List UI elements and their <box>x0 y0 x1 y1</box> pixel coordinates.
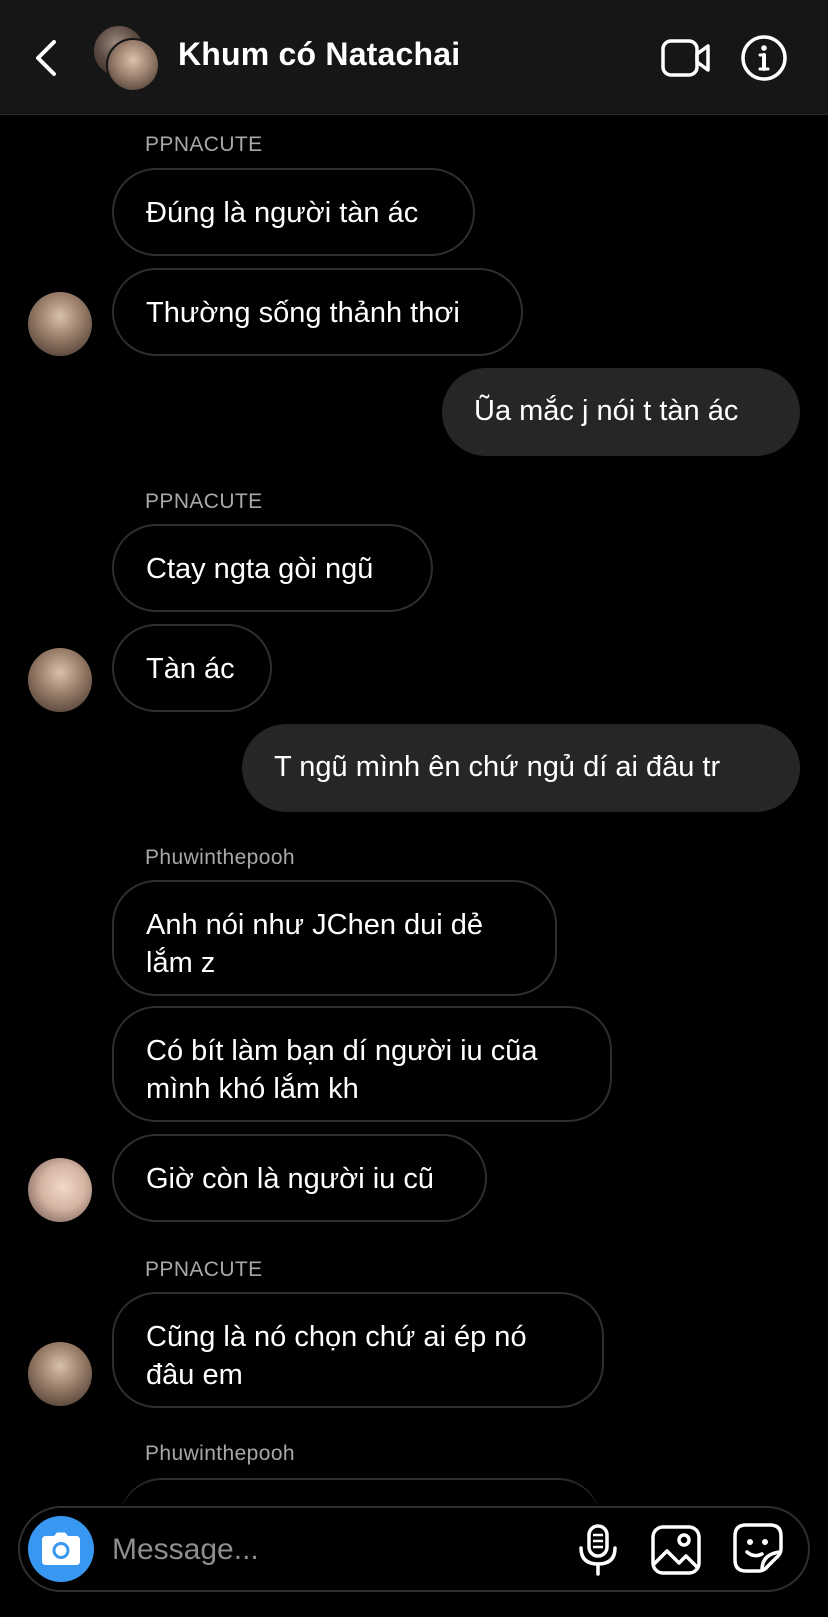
sticker-icon <box>733 1523 783 1573</box>
sender-name: PPNACUTE <box>145 133 263 156</box>
video-call-button[interactable] <box>660 34 712 82</box>
chat-title[interactable]: Khum có Natachai <box>178 36 460 73</box>
gallery-button[interactable] <box>650 1524 702 1576</box>
outgoing-message[interactable]: Ũa mắc j nói t tàn ác <box>442 368 800 456</box>
incoming-message[interactable]: Ctay ngta gòi ngũ <box>112 524 433 612</box>
sender-avatar[interactable] <box>28 1158 92 1222</box>
video-camera-icon <box>661 39 710 77</box>
sender-avatar[interactable] <box>28 648 92 712</box>
sender-avatar[interactable] <box>28 292 92 356</box>
incoming-message[interactable]: Đúng là người tàn ác <box>112 168 475 256</box>
sender-avatar[interactable] <box>28 1342 92 1406</box>
camera-icon <box>42 1532 80 1565</box>
incoming-message[interactable]: Thường sống thảnh thơi <box>112 268 523 356</box>
info-button[interactable] <box>740 34 788 82</box>
sender-name: Phuwinthepooh <box>145 846 295 869</box>
group-avatar-front <box>106 38 160 92</box>
sticker-button[interactable] <box>732 1522 784 1574</box>
chevron-left-icon <box>36 40 56 76</box>
info-icon <box>741 35 787 81</box>
incoming-message[interactable]: Có bít làm bạn dí người iu cũa mình khó … <box>112 1006 612 1122</box>
incoming-message[interactable]: Tàn ác <box>112 624 272 712</box>
camera-button[interactable] <box>28 1516 94 1582</box>
incoming-message[interactable]: Anh nói như JChen dui dẻ lắm z <box>112 880 557 996</box>
sender-name: PPNACUTE <box>145 490 263 513</box>
group-avatar[interactable] <box>92 24 160 92</box>
back-button[interactable] <box>28 34 64 82</box>
incoming-message[interactable]: Giờ còn là người iu cũ <box>112 1134 487 1222</box>
microphone-button[interactable] <box>576 1524 620 1576</box>
outgoing-message[interactable]: T ngũ mình ên chứ ngủ dí ai đâu tr <box>242 724 800 812</box>
message-input[interactable] <box>110 1520 534 1580</box>
gallery-icon <box>651 1525 701 1575</box>
sender-name: Phuwinthepooh <box>145 1442 295 1465</box>
incoming-message[interactable]: Cũng là nó chọn chứ ai ép nó đâu em <box>112 1292 604 1408</box>
microphone-icon <box>579 1524 617 1576</box>
sender-name: PPNACUTE <box>145 1258 263 1281</box>
message-composer <box>18 1506 810 1592</box>
chat-header: Khum có Natachai <box>0 0 828 115</box>
